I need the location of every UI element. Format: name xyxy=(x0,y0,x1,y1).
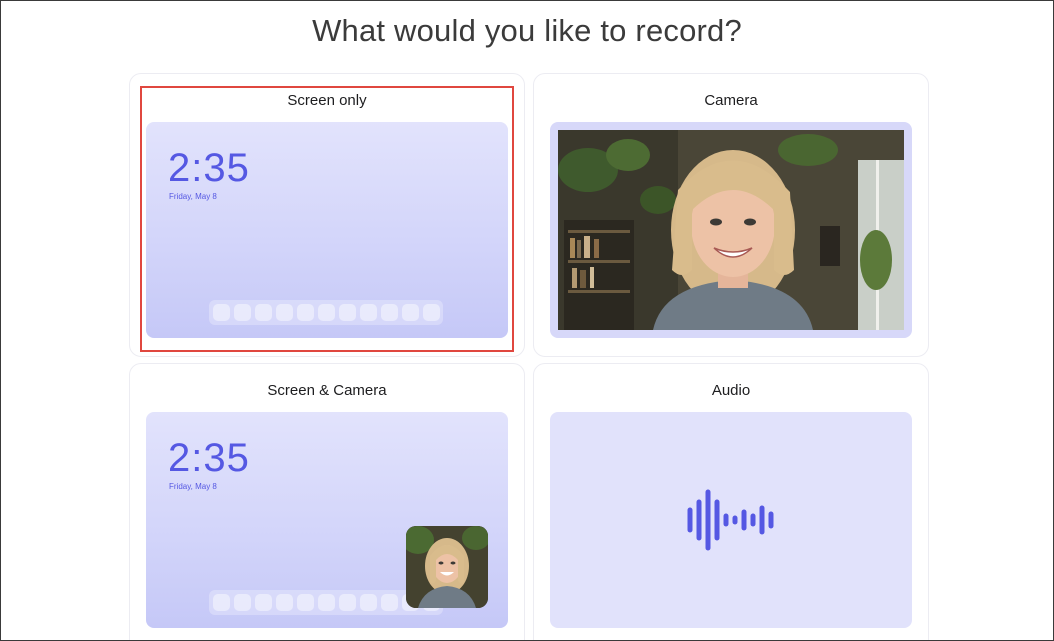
camera-person-photo xyxy=(558,130,904,330)
dock-app-icon xyxy=(296,304,314,321)
dock-app-icon xyxy=(212,304,230,321)
dock-app-icon xyxy=(338,594,356,611)
camera-pip-photo xyxy=(406,526,488,608)
dock-app-icon xyxy=(275,304,293,321)
option-card-screen-and-camera[interactable]: Screen & Camera 2:35 Friday, May 8 xyxy=(129,363,525,640)
camera-preview xyxy=(550,122,912,338)
option-label: Audio xyxy=(711,382,751,399)
option-label: Screen & Camera xyxy=(267,382,387,399)
dock-app-icon xyxy=(359,594,377,611)
preview-dock xyxy=(209,300,443,325)
dock-app-icon xyxy=(380,594,398,611)
dock-app-icon xyxy=(401,304,419,321)
option-label: Screen only xyxy=(287,92,367,109)
dock-app-icon xyxy=(338,304,356,321)
preview-clock: 2:35 xyxy=(168,436,250,480)
preview-clock: 2:35 xyxy=(168,146,250,190)
option-card-screen-only[interactable]: Screen only 2:35 Friday, May 8 xyxy=(129,73,525,357)
dock-app-icon xyxy=(212,594,230,611)
dock-app-icon xyxy=(254,304,272,321)
dock-app-icon xyxy=(380,304,398,321)
record-type-dialog: What would you like to record? Screen on… xyxy=(0,0,1054,641)
dock-app-icon xyxy=(254,594,272,611)
option-label: Camera xyxy=(704,92,758,109)
page-title: What would you like to record? xyxy=(312,13,742,48)
dock-app-icon xyxy=(233,594,251,611)
dock-app-icon xyxy=(296,594,314,611)
screen-preview: 2:35 Friday, May 8 xyxy=(146,122,508,338)
preview-date: Friday, May 8 xyxy=(169,482,217,491)
dock-app-icon xyxy=(233,304,251,321)
dock-app-icon xyxy=(359,304,377,321)
option-card-camera[interactable]: Camera xyxy=(533,73,929,357)
dock-app-icon xyxy=(422,304,440,321)
audio-preview xyxy=(550,412,912,628)
dock-app-icon xyxy=(317,594,335,611)
dock-app-icon xyxy=(317,304,335,321)
preview-date: Friday, May 8 xyxy=(169,192,217,201)
audio-waveform-icon xyxy=(687,489,774,551)
screen-camera-preview: 2:35 Friday, May 8 xyxy=(146,412,508,628)
option-card-audio[interactable]: Audio xyxy=(533,363,929,640)
dock-app-icon xyxy=(275,594,293,611)
